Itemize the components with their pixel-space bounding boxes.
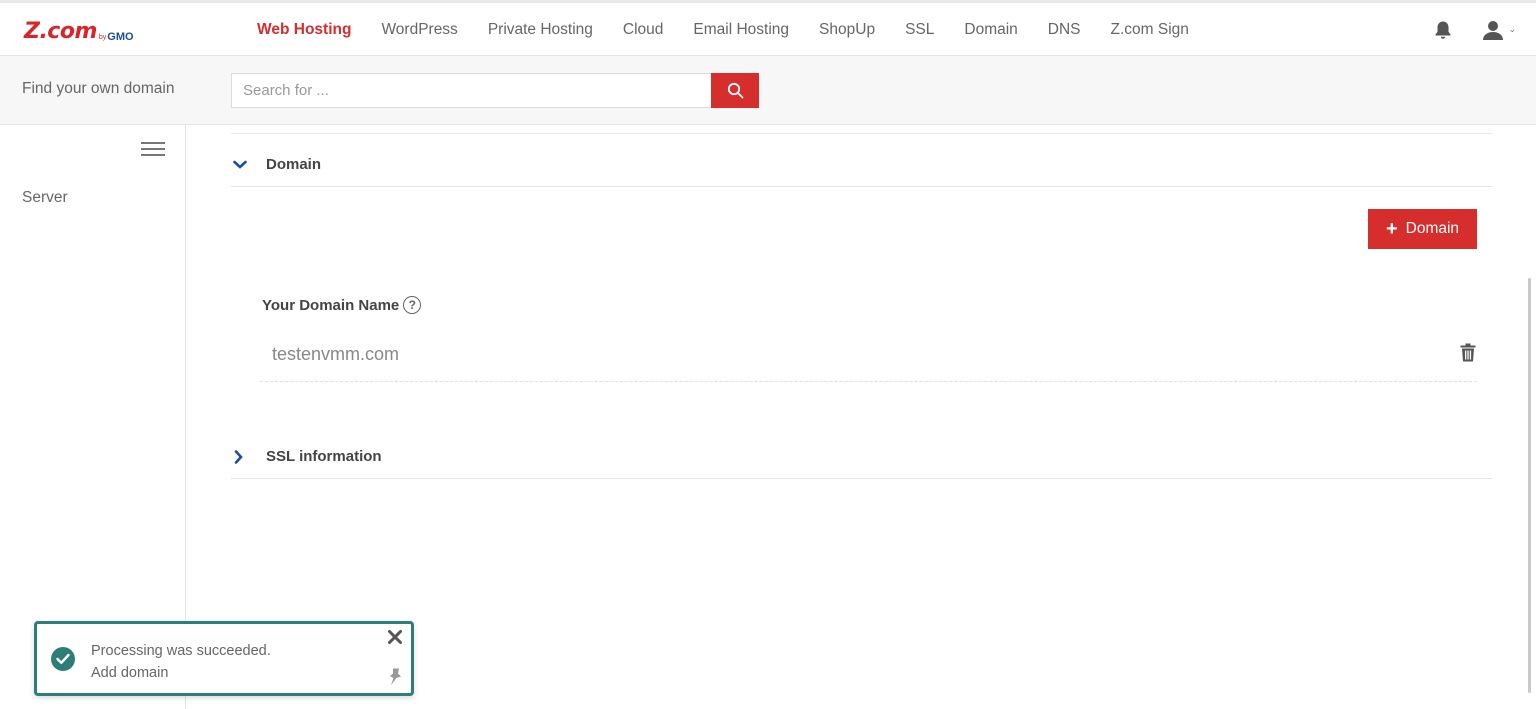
pin-icon[interactable] [387,667,403,692]
chevron-right-icon [231,449,266,464]
domain-name-label: Your Domain Name ? [262,296,422,314]
sidebar-item-server[interactable]: Server [22,189,68,207]
domain-name-label-text: Your Domain Name [262,296,400,314]
chevron-down-icon [231,160,266,170]
success-toast: Processing was succeeded. Add domain [34,621,414,696]
nav-ssl[interactable]: SSL [890,21,949,39]
nav-wordpress[interactable]: WordPress [366,21,472,39]
toast-line-1: Processing was succeeded. [91,643,271,659]
nav-domain[interactable]: Domain [949,21,1032,39]
domain-search-input[interactable] [231,73,712,108]
check-circle-icon [51,647,75,671]
main-nav: Web Hosting WordPress Private Hosting Cl… [242,3,1204,56]
hamburger-menu-icon[interactable] [141,142,165,158]
find-domain-label: Find your own domain [22,80,175,97]
toast-line-2: Add domain [91,665,169,681]
add-domain-button[interactable]: + Domain [1368,209,1477,249]
ssl-section-title: SSL information [266,448,382,465]
nav-dns[interactable]: DNS [1033,21,1096,39]
nav-cloud[interactable]: Cloud [608,21,679,39]
user-icon [1483,20,1504,40]
search-button[interactable] [711,73,759,108]
divider [231,133,1492,134]
nav-private-hosting[interactable]: Private Hosting [473,21,608,39]
close-icon[interactable] [387,629,403,650]
logo-gmo-text: GMO [107,31,134,43]
trash-icon[interactable] [1460,343,1476,367]
domain-row: testenvmm.com [260,330,1477,382]
add-domain-label: Domain [1405,220,1460,237]
nav-email-hosting[interactable]: Email Hosting [678,21,804,39]
top-navbar: Z.com by GMO Web Hosting WordPress Priva… [0,0,1536,56]
domain-section-header[interactable]: Domain [231,143,1492,187]
logo-by-text: by [98,34,107,41]
nav-web-hosting[interactable]: Web Hosting [242,21,366,39]
header-icons: ⌄ [1434,3,1516,56]
bell-icon[interactable] [1434,20,1452,40]
zcom-logo[interactable]: Z.com by GMO [24,19,134,44]
user-menu[interactable]: ⌄ [1482,20,1516,40]
logo-text: Z.com [24,19,97,44]
ssl-section-header[interactable]: SSL information [231,435,1492,479]
chevron-down-icon: ⌄ [1508,24,1516,34]
nav-zcom-sign[interactable]: Z.com Sign [1096,21,1204,39]
domain-section-title: Domain [266,156,322,173]
domain-search-bar: Find your own domain [0,56,1536,125]
nav-shopup[interactable]: ShopUp [804,21,890,39]
search-icon [727,82,743,99]
help-icon[interactable]: ? [403,296,422,314]
plus-icon: + [1385,218,1398,240]
vertical-scrollbar[interactable] [1528,278,1531,693]
domain-name-value: testenvmm.com [272,344,400,364]
toast-message: Processing was succeeded. Add domain [91,640,271,684]
